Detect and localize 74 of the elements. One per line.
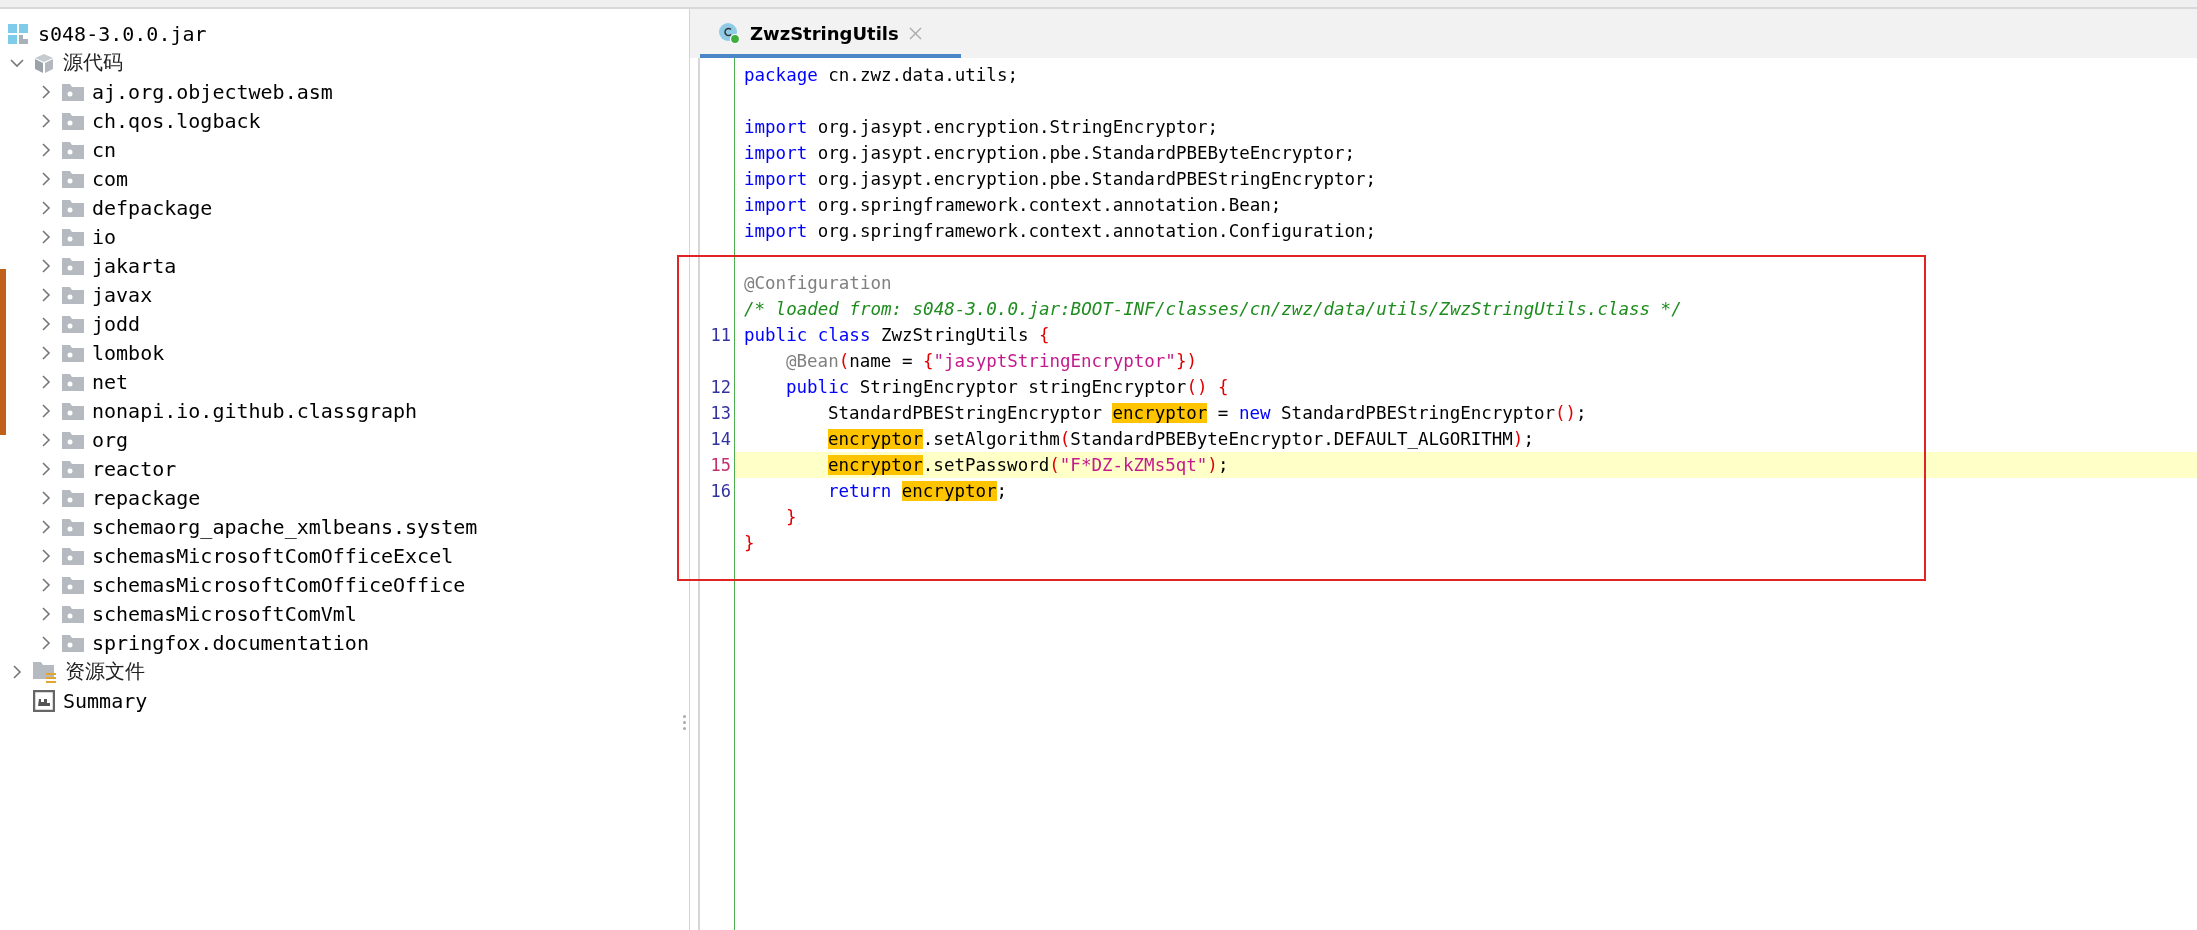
tree-item[interactable]: springfox.documentation xyxy=(38,628,369,657)
folder-icon xyxy=(62,111,84,130)
tab-label: ZwzStringUtils xyxy=(750,22,899,44)
folder-icon xyxy=(62,82,84,101)
folder-icon xyxy=(62,401,84,420)
folder-icon xyxy=(62,227,84,246)
line-number: 15 xyxy=(709,454,732,477)
code-line: /* loaded from: s048-3.0.0.jar:BOOT-INF/classes/cn/zwz/data/utils/ZwzStringUtils.class */ xyxy=(743,298,1683,321)
tree-item[interactable]: schemaorg_apache_xmlbeans.system xyxy=(38,512,478,541)
line-number: 16 xyxy=(709,480,732,503)
splitter-handle[interactable] xyxy=(683,715,687,730)
cube-icon xyxy=(33,51,55,74)
tree-item[interactable]: aj.org.objectweb.asm xyxy=(38,77,333,106)
class-icon xyxy=(718,22,740,44)
folder-icon xyxy=(62,517,84,536)
tree-item[interactable]: Summary xyxy=(9,686,148,715)
folder-icon xyxy=(62,169,84,188)
code-line: import org.jasypt.encryption.pbe.StandardPBEStringEncryptor; xyxy=(743,168,1378,191)
tree-item[interactable]: schemasMicrosoftComOfficeExcel xyxy=(38,541,454,570)
code-line: import org.springframework.context.annotation.Configuration; xyxy=(743,220,1378,243)
folder-icon xyxy=(62,372,84,391)
tree-item[interactable]: jodd xyxy=(38,309,141,338)
code-line: encryptor.setAlgorithm(StandardPBEByteEncryptor.DEFAULT_ALGORITHM); xyxy=(827,428,1535,451)
code-line: } xyxy=(743,532,756,555)
tree-item[interactable]: reactor xyxy=(38,454,177,483)
folder-icon xyxy=(62,575,84,594)
code-line: @Configuration xyxy=(743,272,893,295)
tree-item[interactable]: ch.qos.logback xyxy=(38,106,261,135)
tree-item[interactable]: 源代码 xyxy=(9,48,123,77)
folder-icon xyxy=(62,430,84,449)
code-line: public StringEncryptor stringEncryptor() { xyxy=(785,376,1230,399)
tree-item[interactable]: net xyxy=(38,367,129,396)
tree-item[interactable]: org xyxy=(38,425,129,454)
line-number: 13 xyxy=(709,402,732,425)
code-line: import org.jasypt.encryption.StringEncryptor; xyxy=(743,116,1220,139)
jar-icon xyxy=(8,22,30,45)
folder-icon xyxy=(62,314,84,333)
folder-icon xyxy=(62,488,84,507)
chart-icon xyxy=(33,689,55,712)
code-line: @Bean(name = {"jasyptStringEncryptor"}) xyxy=(785,350,1198,373)
tree-item[interactable]: schemasMicrosoftComOfficeOffice xyxy=(38,570,466,599)
folder-icon xyxy=(62,256,84,275)
code-line: import org.springframework.context.annotation.Bean; xyxy=(743,194,1283,217)
folder-icon xyxy=(62,285,84,304)
line-number: 12 xyxy=(709,376,732,399)
tree-item[interactable]: nonapi.io.github.classgraph xyxy=(38,396,418,425)
folder-icon xyxy=(62,604,84,623)
tree-item[interactable]: 资源文件 xyxy=(9,657,145,686)
tree-item[interactable]: defpackage xyxy=(38,193,213,222)
tree-item[interactable]: com xyxy=(38,164,129,193)
tree-item[interactable]: lombok xyxy=(38,338,165,367)
line-number: 11 xyxy=(709,324,732,347)
tree-item[interactable]: s048-3.0.0.jar xyxy=(8,19,207,48)
folder-icon xyxy=(62,459,84,478)
folder-icon xyxy=(62,633,84,652)
folder-icon xyxy=(62,198,84,217)
line-number: 14 xyxy=(709,428,732,451)
code-line: public class ZwzStringUtils { xyxy=(743,324,1051,347)
tree-item[interactable]: javax xyxy=(38,280,153,309)
code-line: StandardPBEStringEncryptor encryptor = new StandardPBEStringEncryptor(); xyxy=(827,402,1588,425)
code-line: import org.jasypt.encryption.pbe.StandardPBEByteEncryptor; xyxy=(743,142,1357,165)
tree-item[interactable]: jakarta xyxy=(38,251,177,280)
editor-tab[interactable]: ZwzStringUtils xyxy=(700,12,961,58)
folder-icon xyxy=(62,343,84,362)
tree-item[interactable]: repackage xyxy=(38,483,201,512)
tree-item[interactable]: cn xyxy=(38,135,117,164)
code-line: } xyxy=(785,506,798,529)
code-line: package cn.zwz.data.utils; xyxy=(743,64,1019,87)
tree-item[interactable]: io xyxy=(38,222,117,251)
folder-icon xyxy=(62,546,84,565)
folder-icon xyxy=(62,140,84,159)
folder-icon xyxy=(33,660,57,683)
tree-item[interactable]: schemasMicrosoftComVml xyxy=(38,599,357,628)
code-line: return encryptor; xyxy=(827,480,1009,503)
